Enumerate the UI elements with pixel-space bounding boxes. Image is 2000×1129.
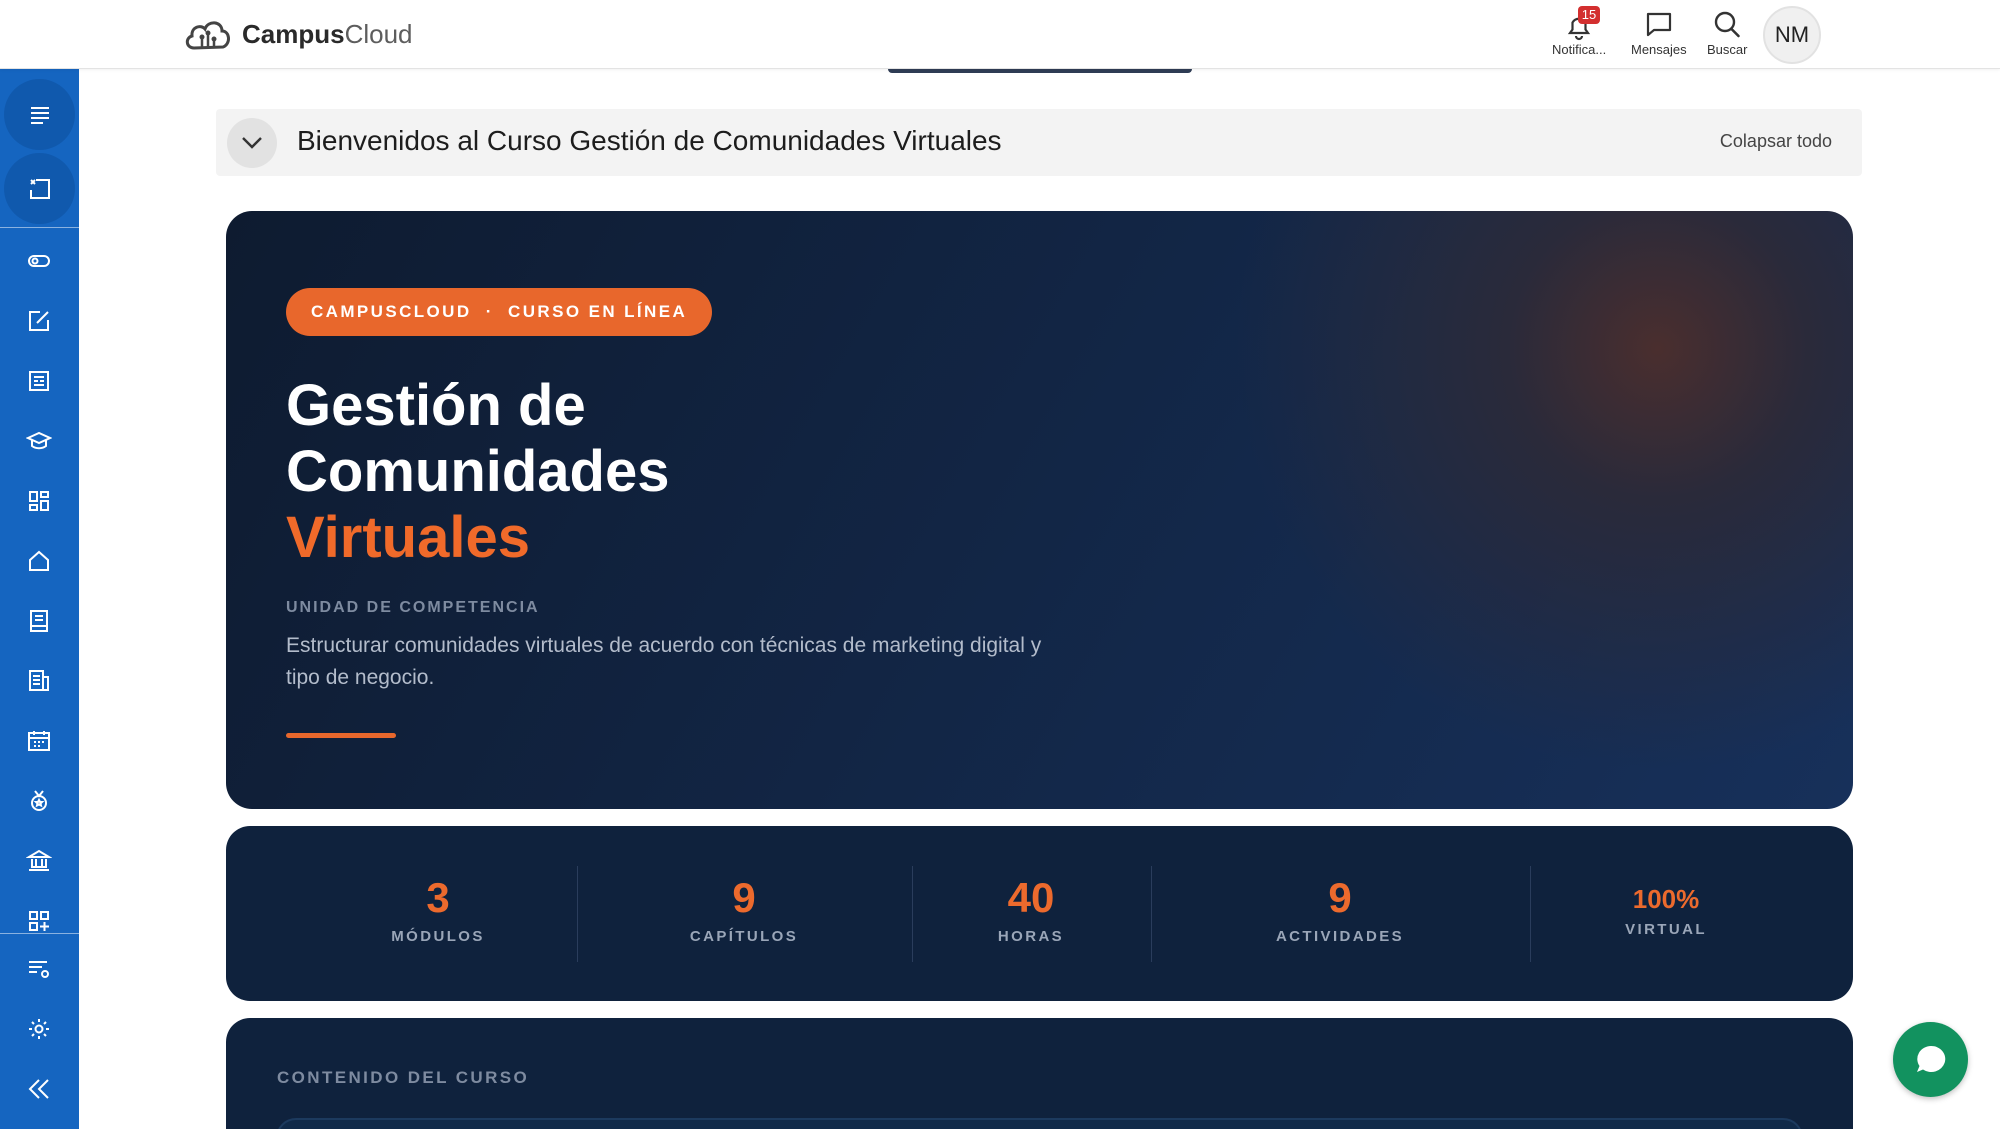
article-icon (29, 371, 49, 391)
content-label: CONTENIDO DEL CURSO (277, 1068, 530, 1087)
course-index-icon (29, 178, 50, 199)
sidebar-item-settings[interactable] (21, 1011, 57, 1047)
sidebar-item-institution[interactable] (21, 843, 57, 879)
course-type-pill: CAMPUSCLOUD · CURSO EN LÍNEA (286, 288, 713, 336)
search-label: Buscar (1707, 42, 1748, 57)
settings-icon (29, 1019, 49, 1039)
stat-label: ACTIVIDADES (1275, 928, 1405, 945)
course-content: CONTENIDO DEL CURSO (226, 1018, 1853, 1129)
calendar-icon (28, 731, 50, 751)
sidebar-item-badges[interactable] (21, 783, 57, 819)
cloud-logo-icon (185, 21, 230, 50)
stat-activities: 9 ACTIVIDADES (1240, 826, 1440, 1001)
stat-label: HORAS (997, 928, 1065, 945)
notifications-label: Notifica... (1552, 42, 1607, 57)
logo-text: CampusCloud (242, 18, 413, 49)
messages-button[interactable]: Mensajes (1631, 8, 1687, 57)
sidebar-item-home[interactable] (21, 543, 57, 579)
stat-chapters: 9 CAPÍTULOS (644, 826, 844, 1001)
top-bar: CampusCloud 15 Notifica... Mensajes Busc… (0, 0, 2000, 69)
sidebar-divider (0, 227, 79, 228)
sidebar-course-index-button[interactable] (4, 153, 75, 224)
unit-description: Estructurar comunidades virtuales de acu… (286, 634, 1042, 689)
sidebar-item-dashboard[interactable] (21, 483, 57, 519)
book-icon (30, 610, 48, 632)
stat-divider (577, 866, 578, 962)
stat-value: 40 (1007, 874, 1055, 921)
course-stats: 3 MÓDULOS 9 CAPÍTULOS 40 HORAS 9 ACTIVID… (226, 826, 1853, 1001)
chat-bubble-icon (1916, 1045, 1945, 1072)
filter-settings-icon (29, 961, 49, 978)
sidebar-item-grades[interactable] (21, 423, 57, 459)
stat-value: 100% (1632, 884, 1700, 914)
sidebar-item-toggle[interactable] (21, 243, 57, 279)
course-hero: CAMPUSCLOUD · CURSO EN LÍNEA Gestión de … (226, 211, 1853, 809)
sidebar-menu-button[interactable] (4, 79, 75, 150)
stat-virtual: 100% VIRTUAL (1566, 826, 1766, 1001)
chat-button[interactable] (1893, 1022, 1968, 1097)
institution-icon (26, 849, 52, 871)
notifications-button[interactable]: 15 Notifica... (1552, 6, 1607, 57)
course-title: Gestión de Comunidades Virtuales (286, 373, 670, 570)
stat-label: CAPÍTULOS (689, 928, 799, 945)
stat-hours: 40 HORAS (931, 826, 1131, 1001)
section-title: Bienvenidos al Curso Gestión de Comunida… (297, 125, 1002, 156)
search-icon (1715, 11, 1741, 38)
stat-value: 3 (426, 874, 450, 921)
content-module-card[interactable] (276, 1118, 1803, 1129)
campuscloud-logo[interactable]: CampusCloud (182, 14, 413, 54)
dashboard-icon (29, 491, 49, 511)
stat-value: 9 (732, 874, 756, 921)
sidebar-item-filter-settings[interactable] (21, 951, 57, 987)
sidebar-item-reports[interactable] (21, 663, 57, 699)
badge-icon (31, 790, 47, 811)
toggle-icon (28, 255, 50, 267)
graduation-cap-icon (26, 431, 52, 450)
sidebar-divider (0, 933, 79, 934)
stat-modules: 3 MÓDULOS (338, 826, 538, 1001)
stat-label: MÓDULOS (391, 928, 485, 945)
stat-divider (912, 866, 913, 962)
accent-bar (286, 733, 396, 738)
messages-label: Mensajes (1631, 42, 1687, 57)
stat-label: VIRTUAL (1625, 921, 1707, 938)
unit-label: UNIDAD DE COMPETENCIA (286, 599, 540, 616)
menu-icon (30, 106, 49, 124)
home-icon (29, 550, 49, 571)
user-avatar[interactable]: NM (1763, 6, 1821, 64)
notification-count-badge: 15 (1577, 6, 1601, 24)
sidebar (0, 69, 79, 1129)
sidebar-item-article[interactable] (21, 363, 57, 399)
sidebar-item-edit[interactable] (21, 303, 57, 339)
stat-value: 9 (1328, 874, 1352, 921)
sidebar-item-calendar[interactable] (21, 723, 57, 759)
stat-divider (1151, 866, 1152, 962)
add-block-icon (29, 911, 49, 931)
edit-icon (29, 311, 49, 331)
sidebar-item-book[interactable] (21, 603, 57, 639)
search-button[interactable]: Buscar (1707, 8, 1747, 57)
chat-icon (1646, 12, 1671, 37)
reports-icon (29, 670, 49, 691)
section-toggle-button[interactable] (227, 118, 277, 168)
collapse-icon (28, 1079, 49, 1099)
sidebar-collapse-button[interactable] (21, 1071, 57, 1107)
collapse-all-link[interactable]: Colapsar todo (1720, 131, 1832, 152)
section-header: Bienvenidos al Curso Gestión de Comunida… (216, 109, 1862, 176)
chevron-down-icon (242, 137, 262, 149)
stat-divider (1530, 866, 1531, 962)
